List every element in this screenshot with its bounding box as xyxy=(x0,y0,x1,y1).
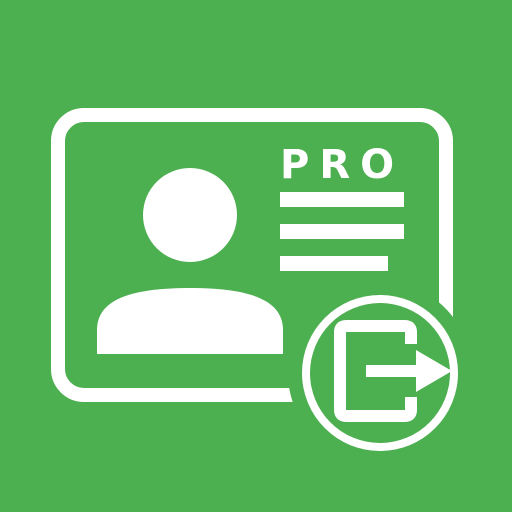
pro-badge-text: PRO xyxy=(280,142,404,188)
app-icon-artwork: PRO xyxy=(51,108,472,465)
text-lines-icon xyxy=(280,192,404,271)
app-icon: PRO xyxy=(0,0,512,512)
export-badge xyxy=(288,281,472,465)
person-avatar-icon xyxy=(97,168,283,354)
